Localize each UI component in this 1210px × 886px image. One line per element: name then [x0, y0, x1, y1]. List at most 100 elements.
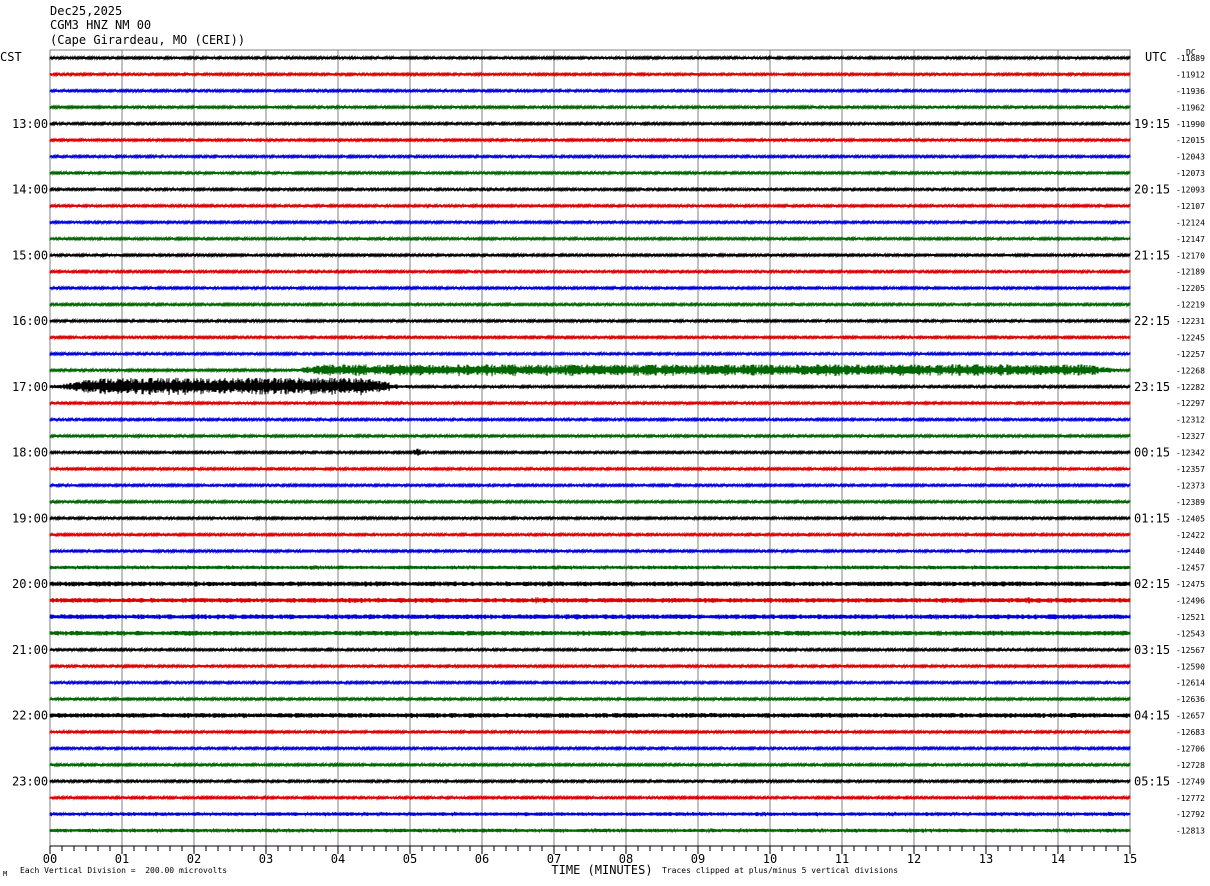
left-hour-label: 14:00 [12, 183, 48, 197]
seismic-trace [49, 515, 1131, 522]
dc-offset-label: -12636 [1176, 695, 1205, 704]
dc-offset-label: -12312 [1176, 416, 1205, 425]
seismic-trace [49, 54, 1131, 62]
scale-note: Each Vertical Division = 200.00 microvol… [20, 866, 228, 875]
x-tick-label: 15 [1123, 852, 1137, 866]
x-tick-label: 02 [187, 852, 201, 866]
seismic-trace [49, 712, 1131, 719]
dc-offset-label: -12282 [1176, 383, 1205, 392]
dc-offset-label: -11912 [1176, 70, 1205, 79]
seismic-trace [49, 794, 1131, 801]
x-tick-label: 11 [835, 852, 849, 866]
seismic-trace [49, 169, 1131, 177]
left-hour-label: 17:00 [12, 380, 48, 394]
right-hour-label: 03:15 [1134, 643, 1170, 657]
x-tick-label: 14 [1051, 852, 1065, 866]
seismic-trace [49, 679, 1131, 686]
left-hour-label: 23:00 [12, 774, 48, 788]
seismic-trace [49, 564, 1131, 571]
left-hour-label: 18:00 [12, 446, 48, 460]
dc-offset-label: -12219 [1176, 301, 1205, 310]
left-hour-label: 13:00 [12, 117, 48, 131]
seismic-trace [49, 498, 1131, 506]
seismic-trace [49, 202, 1131, 210]
dc-offset-label: -12297 [1176, 399, 1205, 408]
dc-offset-label: -12405 [1176, 514, 1205, 523]
right-hour-label: 23:15 [1134, 380, 1170, 394]
left-hour-label: 15:00 [12, 248, 48, 262]
right-hour-label: 21:15 [1134, 248, 1170, 262]
dc-offset-label: -12683 [1176, 728, 1205, 737]
dc-offset-label: -12257 [1176, 350, 1205, 359]
seismic-trace [49, 613, 1131, 620]
seismic-trace [49, 465, 1131, 473]
dc-offset-label: -12422 [1176, 531, 1205, 540]
dc-offset-label: -12813 [1176, 827, 1205, 836]
dc-offset-label: -12590 [1176, 662, 1205, 671]
dc-offset-label: -12170 [1176, 251, 1205, 260]
seismic-trace [49, 630, 1131, 637]
dc-offset-label: -12015 [1176, 136, 1205, 145]
right-hour-label: 04:15 [1134, 709, 1170, 723]
x-tick-label: 10 [763, 852, 777, 866]
left-hour-label: 21:00 [12, 643, 48, 657]
dc-offset-label: -12521 [1176, 613, 1205, 622]
seismic-trace [49, 136, 1131, 144]
left-hour-label: 22:00 [12, 709, 48, 723]
dc-offset-label: -12567 [1176, 646, 1205, 655]
dc-offset-label: -12093 [1176, 186, 1205, 195]
clip-note: Traces clipped at plus/minus 5 vertical … [662, 866, 899, 875]
seismic-trace [49, 646, 1131, 653]
seismic-trace [49, 547, 1131, 555]
dc-offset-label: -12614 [1176, 679, 1205, 688]
seismic-trace [49, 120, 1131, 127]
dc-offset-label: -12147 [1176, 235, 1205, 244]
right-hour-label: 00:15 [1134, 446, 1170, 460]
x-tick-label: 13 [979, 852, 993, 866]
x-tick-label: 04 [331, 852, 345, 866]
dc-offset-label: -12389 [1176, 498, 1205, 507]
x-tick-label: 12 [907, 852, 921, 866]
dc-offset-label: -12205 [1176, 284, 1205, 293]
right-hour-label: 19:15 [1134, 117, 1170, 131]
dc-offset-label: -11990 [1176, 120, 1205, 129]
x-tick-label: 09 [691, 852, 705, 866]
left-hour-label: 19:00 [12, 511, 48, 525]
dc-offset-label: -12373 [1176, 481, 1205, 490]
dc-offset-label: -12772 [1176, 794, 1205, 803]
seismic-trace [49, 695, 1131, 703]
dc-offset-label: -12327 [1176, 432, 1205, 441]
plot-frame [49, 49, 1131, 847]
dc-offset-label: -12706 [1176, 744, 1205, 753]
seismic-trace [49, 810, 1131, 818]
seismic-trace [49, 448, 1131, 456]
x-tick-label: 06 [475, 852, 489, 866]
seismic-trace [49, 350, 1131, 358]
seismic-trace [49, 284, 1131, 292]
seismic-trace [49, 728, 1131, 736]
dc-offset-label: -12073 [1176, 169, 1205, 178]
dc-offset-label: -12189 [1176, 268, 1205, 277]
helicorder-chart: 00 01 02 03 04 05 06 07 08 09 10 11 12 13 14 15TIME (MI… [12, 49, 1205, 877]
seismic-trace [49, 301, 1131, 308]
right-hour-label: 22:15 [1134, 314, 1170, 328]
dc-offset-label: -12043 [1176, 153, 1205, 162]
seismic-trace [49, 531, 1131, 538]
dc-offset-label: -12357 [1176, 465, 1205, 474]
seismic-trace [49, 252, 1131, 259]
dc-offset-label: -12749 [1176, 777, 1205, 786]
left-hour-label: 20:00 [12, 577, 48, 591]
dc-offset-label: -12475 [1176, 580, 1205, 589]
x-tick-label: 00 [43, 852, 57, 866]
seismic-trace [49, 219, 1131, 226]
seismic-trace [49, 71, 1131, 78]
dc-offset-label: -12124 [1176, 218, 1205, 227]
dc-offset-label: -11889 [1176, 54, 1205, 63]
x-tick-label: 01 [115, 852, 129, 866]
dc-offset-label: -12543 [1176, 629, 1205, 638]
seismic-trace [49, 596, 1131, 604]
seismic-trace [49, 581, 1131, 587]
seismic-trace [49, 87, 1131, 95]
dc-offset-label: -12231 [1176, 317, 1205, 326]
seismic-trace [49, 364, 1131, 377]
